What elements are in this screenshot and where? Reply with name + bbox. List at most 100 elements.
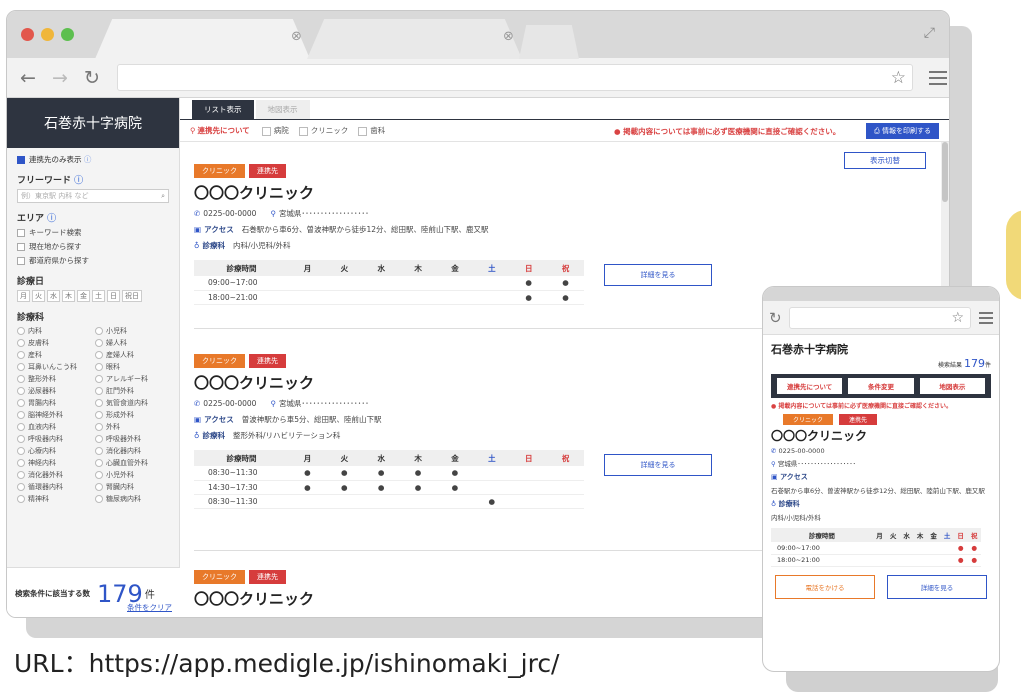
browser-tab-2[interactable] — [307, 19, 522, 59]
day-option[interactable]: 木 — [62, 290, 75, 302]
mobile-phone[interactable]: ✆ 0225-00-0000 — [771, 447, 991, 455]
mobile-detail-button[interactable]: 詳細を見る — [887, 574, 987, 599]
tab-close-icon[interactable]: ⊗ — [503, 29, 514, 44]
dept-option[interactable]: 耳鼻いんこう科 — [17, 362, 91, 372]
close-window-dot[interactable] — [21, 28, 34, 41]
reload-icon[interactable]: ↻ — [81, 67, 103, 89]
schedule-mark — [940, 542, 954, 555]
mobile-map-button[interactable]: 地図表示 — [919, 378, 985, 394]
dept-option[interactable]: 腎臓内科 — [95, 482, 169, 492]
dept-option[interactable]: 眼科 — [95, 362, 169, 372]
day-option[interactable]: 土 — [92, 290, 105, 302]
dept-option[interactable]: 小児科 — [95, 326, 169, 336]
train-icon: ▣ — [194, 225, 202, 234]
dept-option[interactable]: 神経内科 — [17, 458, 91, 468]
dept-option[interactable]: 小児外科 — [95, 470, 169, 480]
detail-button[interactable]: 詳細を見る — [604, 454, 712, 476]
dept-option[interactable]: 糖尿病内科 — [95, 494, 169, 504]
mobile-menu-icon[interactable] — [979, 309, 993, 327]
checkbox-icon[interactable] — [17, 243, 25, 251]
relation-link[interactable]: 連携先について — [198, 125, 250, 136]
phone-number[interactable]: 0225-00-0000 — [203, 209, 256, 218]
mobile-relation-button[interactable]: 連携先について — [777, 378, 843, 394]
dept-option[interactable]: 精神科 — [17, 494, 91, 504]
scrollbar-thumb[interactable] — [942, 142, 948, 202]
area-option[interactable]: 都道府県から探す — [17, 255, 169, 266]
schedule-mark — [913, 554, 927, 567]
fullscreen-icon[interactable]: ⤢ — [924, 25, 935, 41]
help-icon[interactable]: ⓘ — [84, 155, 92, 164]
dept-option[interactable]: 整形外科 — [17, 374, 91, 384]
print-button[interactable]: ⎙ 情報を印刷する — [866, 123, 939, 139]
dept-option[interactable]: 呼吸器外科 — [95, 434, 169, 444]
dept-option[interactable]: 消化器外科 — [17, 470, 91, 480]
dept-option[interactable]: 消化器内科 — [95, 446, 169, 456]
search-icon[interactable]: ⌕ — [161, 190, 165, 202]
clinic-name[interactable]: 〇〇〇クリニック — [194, 182, 922, 203]
dept-option[interactable]: 産婦人科 — [95, 350, 169, 360]
dept-option[interactable]: 血液内科 — [17, 422, 91, 432]
dept-option[interactable]: 心臓血管外科 — [95, 458, 169, 468]
help-icon[interactable]: ⓘ — [47, 214, 56, 224]
detail-button[interactable]: 詳細を見る — [604, 264, 712, 286]
schedule-mark: ● — [473, 494, 511, 509]
only-related-toggle[interactable]: 連携先のみ表示 ⓘ — [17, 154, 169, 165]
phone-number[interactable]: 0225-00-0000 — [203, 399, 256, 408]
checkbox-icon[interactable] — [17, 156, 25, 164]
checkbox-icon[interactable] — [17, 257, 25, 265]
schedule-header-cell: 土 — [473, 260, 511, 276]
dept-option[interactable]: 呼吸器内科 — [17, 434, 91, 444]
dept-option[interactable]: 婦人科 — [95, 338, 169, 348]
minimize-window-dot[interactable] — [41, 28, 54, 41]
dept-option[interactable]: 脳神経外科 — [17, 410, 91, 420]
dept-option[interactable]: 肛門外科 — [95, 386, 169, 396]
dept-option[interactable]: 胃腸内科 — [17, 398, 91, 408]
dept-option[interactable]: 外科 — [95, 422, 169, 432]
area-option[interactable]: キーワード検索 — [17, 227, 169, 238]
filter-clinic[interactable]: クリニック — [299, 125, 349, 136]
filter-dental[interactable]: 歯科 — [358, 125, 385, 136]
mobile-clinic-name[interactable]: 〇〇〇クリニック — [771, 427, 991, 444]
dept-option[interactable]: 循環器内科 — [17, 482, 91, 492]
schedule-mark: ● — [325, 466, 363, 481]
browser-menu-icon[interactable] — [929, 67, 947, 89]
area-option[interactable]: 現在地から探す — [17, 241, 169, 252]
help-icon[interactable]: ⓘ — [74, 176, 83, 186]
mobile-toolbar: ↻ ☆ — [763, 301, 999, 335]
address-bar[interactable]: ☆ — [117, 64, 913, 91]
checkbox-icon[interactable] — [17, 229, 25, 237]
forward-arrow-icon[interactable]: → — [49, 67, 71, 89]
freeword-input[interactable]: 例）東京駅 内科 など ⌕ — [17, 189, 169, 203]
back-arrow-icon[interactable]: ← — [17, 67, 39, 89]
filter-hospital[interactable]: 病院 — [262, 125, 289, 136]
tab-map-view[interactable]: 地図表示 — [255, 100, 310, 119]
dept-option[interactable]: 内科 — [17, 326, 91, 336]
call-button[interactable]: 電話をかける — [775, 574, 875, 599]
dept-option[interactable]: 皮膚科 — [17, 338, 91, 348]
day-option[interactable]: 火 — [32, 290, 45, 302]
dept-option[interactable]: 心療内科 — [17, 446, 91, 456]
maximize-window-dot[interactable] — [61, 28, 74, 41]
day-option[interactable]: 月 — [17, 290, 30, 302]
clear-conditions-link[interactable]: 条件をクリア — [127, 602, 172, 613]
tab-close-icon[interactable]: ⊗ — [291, 29, 302, 44]
bookmark-star-icon[interactable]: ☆ — [951, 310, 964, 326]
day-option[interactable]: 金 — [77, 290, 90, 302]
schedule-header-cell: 診療時間 — [194, 260, 289, 276]
reload-icon[interactable]: ↻ — [769, 309, 789, 327]
dept-option[interactable]: アレルギー科 — [95, 374, 169, 384]
day-option[interactable]: 水 — [47, 290, 60, 302]
schedule-header-cell: 月 — [872, 528, 887, 542]
mobile-change-conditions-button[interactable]: 条件変更 — [848, 378, 914, 394]
tab-list-view[interactable]: リスト表示 — [192, 100, 254, 119]
browser-tab-1[interactable] — [95, 19, 310, 59]
day-option[interactable]: 祝日 — [122, 290, 142, 302]
mobile-address-bar[interactable]: ☆ — [789, 306, 971, 329]
dept-option[interactable]: 形成外科 — [95, 410, 169, 420]
dept-option[interactable]: 産科 — [17, 350, 91, 360]
day-option[interactable]: 日 — [107, 290, 120, 302]
new-tab-button[interactable] — [519, 25, 579, 59]
dept-option[interactable]: 気管食道内科 — [95, 398, 169, 408]
dept-option[interactable]: 泌尿器科 — [17, 386, 91, 396]
bookmark-star-icon[interactable]: ☆ — [891, 68, 906, 88]
